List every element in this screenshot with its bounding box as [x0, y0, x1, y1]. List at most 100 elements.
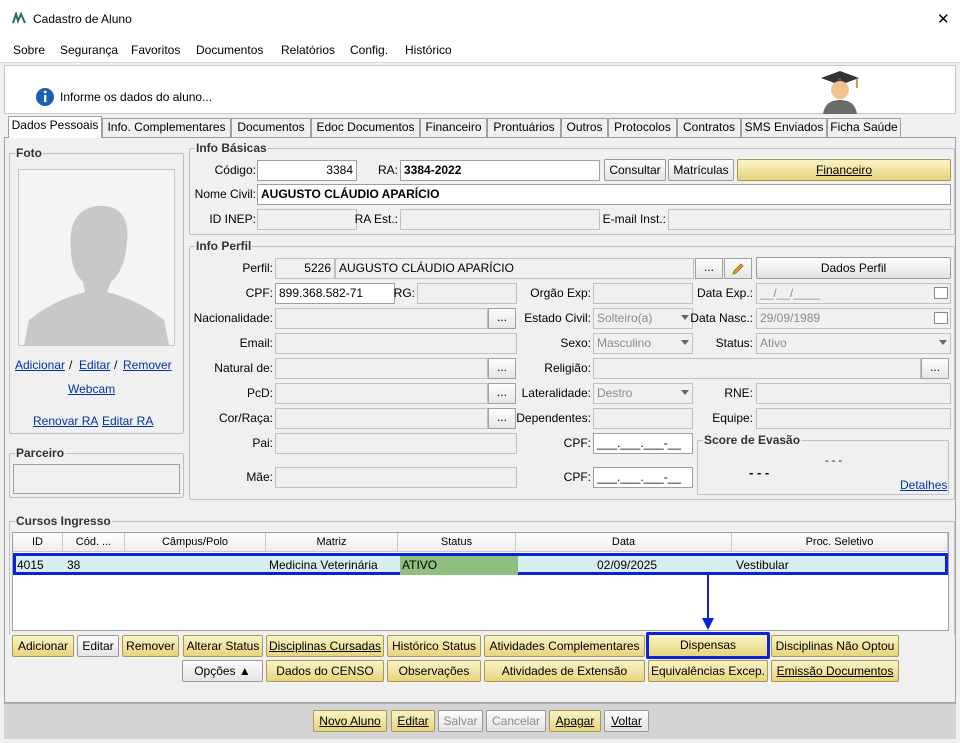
tab-prontuarios[interactable]: Prontuários: [487, 118, 561, 137]
menu-historico[interactable]: Histórico: [405, 43, 452, 57]
natural-search-button[interactable]: ...: [488, 358, 516, 379]
cancelar-button[interactable]: Cancelar: [486, 710, 546, 732]
foto-remover-link[interactable]: Remover: [123, 358, 172, 372]
menu-documentos[interactable]: Documentos: [196, 43, 263, 57]
col-cod[interactable]: Cód. ...: [63, 533, 125, 552]
codigo-field[interactable]: 3384: [257, 160, 357, 181]
tab-financeiro[interactable]: Financeiro: [420, 118, 487, 137]
editar-curso-button[interactable]: Editar: [77, 635, 119, 657]
observacoes-button[interactable]: Observações: [387, 660, 481, 682]
lateralidade-select[interactable]: Destro: [593, 383, 693, 404]
editar-ra-link[interactable]: Editar RA: [102, 414, 153, 428]
salvar-button[interactable]: Salvar: [438, 710, 483, 732]
novo-aluno-button[interactable]: Novo Aluno: [313, 710, 387, 732]
tab-protocolos[interactable]: Protocolos: [608, 118, 677, 137]
perfil-edit-button[interactable]: [724, 258, 752, 279]
sexo-select[interactable]: Masculino: [593, 333, 693, 354]
nome-civil-field[interactable]: AUGUSTO CLÁUDIO APARÍCIO: [257, 184, 951, 205]
matriculas-button[interactable]: Matrículas: [668, 159, 734, 181]
alterar-status-button[interactable]: Alterar Status: [183, 635, 263, 657]
voltar-button[interactable]: Voltar: [604, 710, 649, 732]
parceiro-field[interactable]: [13, 464, 180, 494]
dados-perfil-button[interactable]: Dados Perfil: [756, 257, 951, 279]
consultar-button[interactable]: Consultar: [604, 159, 666, 181]
apagar-button[interactable]: Apagar: [549, 710, 601, 732]
rg-field[interactable]: [417, 283, 517, 304]
dispensas-button[interactable]: Dispensas: [646, 632, 770, 659]
renovar-ra-link[interactable]: Renovar RA: [33, 414, 98, 428]
tab-edoc-documentos[interactable]: Edoc Documentos: [311, 118, 420, 137]
nacionalidade-search-button[interactable]: ...: [488, 308, 516, 329]
data-nasc-field[interactable]: 29/09/1989: [756, 308, 951, 329]
ra-est-field[interactable]: [400, 209, 600, 230]
equipe-field[interactable]: [756, 408, 951, 429]
natural-de-field[interactable]: [275, 358, 488, 379]
remover-curso-button[interactable]: Remover: [122, 635, 179, 657]
menu-sobre[interactable]: Sobre: [13, 43, 45, 57]
webcam-link[interactable]: Webcam: [68, 382, 115, 396]
cpf-field[interactable]: 899.368.582-71: [275, 283, 395, 304]
tab-info-complementares[interactable]: Info. Complementares: [102, 118, 231, 137]
perfil-code-field[interactable]: 5226: [275, 258, 335, 279]
disciplinas-cursadas-button[interactable]: Disciplinas Cursadas: [266, 635, 384, 657]
ra-field[interactable]: 3384-2022: [400, 160, 600, 181]
historico-status-button[interactable]: Histórico Status: [387, 635, 481, 657]
col-id[interactable]: ID: [13, 533, 63, 552]
cpf-mae-field[interactable]: ___.___.___-__: [593, 467, 693, 488]
status-select[interactable]: Ativo: [756, 333, 951, 354]
mae-field[interactable]: [275, 467, 517, 488]
col-status[interactable]: Status: [398, 533, 516, 552]
tab-contratos[interactable]: Contratos: [677, 118, 741, 137]
editar-aluno-button[interactable]: Editar: [391, 710, 435, 732]
tab-ficha-saude[interactable]: Ficha Saúde: [827, 118, 901, 137]
dados-censo-button[interactable]: Dados do CENSO: [266, 660, 384, 682]
adicionar-curso-button[interactable]: Adicionar: [12, 635, 74, 657]
info-basicas-title: Info Básicas: [195, 141, 268, 155]
table-row[interactable]: 4015 38 Medicina Veterinária ATIVO 02/09…: [13, 553, 948, 575]
rne-field[interactable]: [756, 383, 951, 404]
estado-civil-select[interactable]: Solteiro(a): [593, 308, 693, 329]
photo-frame[interactable]: [18, 169, 175, 346]
email-field[interactable]: [275, 333, 517, 354]
tab-outros[interactable]: Outros: [561, 118, 608, 137]
cor-raca-field[interactable]: [275, 408, 488, 429]
atividades-extensao-button[interactable]: Atividades de Extensão: [484, 660, 645, 682]
col-matriz[interactable]: Matriz: [266, 533, 398, 552]
tab-dados-pessoais[interactable]: Dados Pessoais: [8, 116, 102, 138]
menu-favoritos[interactable]: Favoritos: [131, 43, 180, 57]
col-data[interactable]: Data: [516, 533, 732, 552]
pcd-field[interactable]: [275, 383, 488, 404]
foto-adicionar-link[interactable]: Adicionar: [15, 358, 65, 372]
cpf-pai-field[interactable]: ___.___.___-__: [593, 433, 693, 454]
email-inst-field[interactable]: [668, 209, 951, 230]
calendar-icon[interactable]: [934, 312, 948, 324]
close-icon[interactable]: ✕: [937, 10, 950, 28]
atividades-complementares-button[interactable]: Atividades Complementares: [484, 635, 645, 657]
equivalencias-button[interactable]: Equivalências Excep.: [648, 660, 768, 682]
menu-relatorios[interactable]: Relatórios: [281, 43, 335, 57]
perfil-name-field[interactable]: AUGUSTO CLÁUDIO APARÍCIO: [335, 258, 694, 279]
col-campus[interactable]: Câmpus/Polo: [125, 533, 266, 552]
tab-sms-enviados[interactable]: SMS Enviados: [741, 118, 827, 137]
pai-field[interactable]: [275, 433, 517, 454]
orgao-exp-field[interactable]: [593, 283, 693, 304]
foto-editar-link[interactable]: Editar: [79, 358, 110, 372]
perfil-search-button[interactable]: ...: [695, 258, 723, 279]
parceiro-group: Parceiro: [9, 446, 184, 498]
menu-seguranca[interactable]: Segurança: [60, 43, 118, 57]
detalhes-link[interactable]: Detalhes: [900, 478, 947, 492]
religiao-search-button[interactable]: ...: [921, 358, 949, 379]
dependentes-field[interactable]: [593, 408, 693, 429]
disciplinas-nao-optou-button[interactable]: Disciplinas Não Optou: [771, 635, 899, 657]
opcoes-button[interactable]: Opções ▲: [182, 660, 263, 682]
col-proc-seletivo[interactable]: Proc. Seletivo: [732, 533, 948, 552]
calendar-icon[interactable]: [934, 287, 948, 299]
tab-documentos[interactable]: Documentos: [231, 118, 311, 137]
data-exp-field[interactable]: __/__/____: [756, 283, 951, 304]
financeiro-button[interactable]: Financeiro: [737, 159, 951, 181]
menu-config[interactable]: Config.: [350, 43, 388, 57]
nacionalidade-field[interactable]: [275, 308, 488, 329]
emissao-documentos-button[interactable]: Emissão Documentos: [771, 660, 899, 682]
religiao-field[interactable]: [593, 358, 921, 379]
ra-label: RA:: [377, 163, 398, 177]
